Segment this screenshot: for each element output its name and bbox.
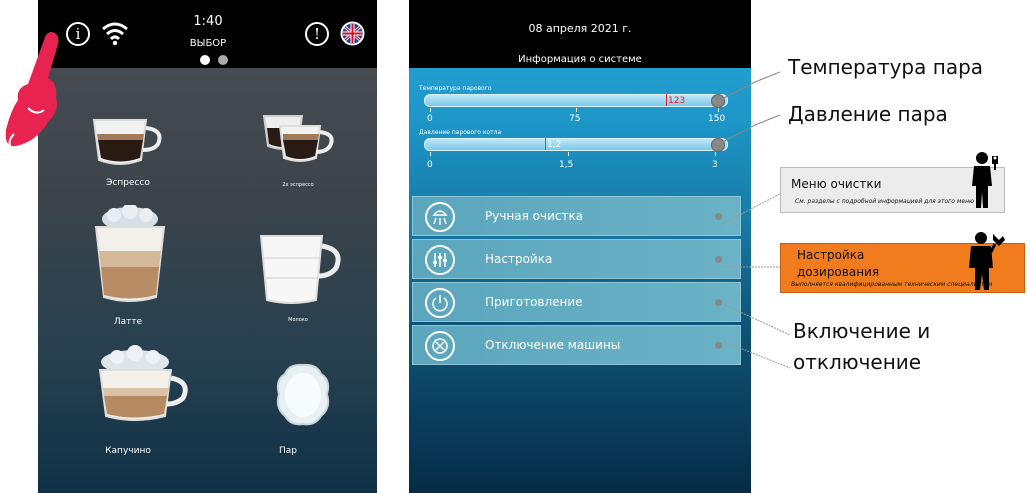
- annotation-on-off-line1: Включение и: [793, 319, 931, 343]
- annotation-steam-temperature: Температура пара: [788, 55, 984, 79]
- annotation-on-off-line2: отключение: [793, 350, 922, 374]
- annotation-title: дозирования: [797, 265, 880, 279]
- annotation-note: Выполняется квалифицированным технически…: [791, 281, 993, 288]
- annotation-title: Меню очистки: [791, 177, 882, 191]
- annotation-note: См. разделы с подробной информацией для …: [795, 198, 975, 205]
- user-with-key-icon: [972, 152, 998, 208]
- annotation-steam-pressure: Давление пара: [788, 102, 948, 126]
- technician-icon: [969, 232, 1005, 290]
- annotation-title: Настройка: [797, 248, 865, 262]
